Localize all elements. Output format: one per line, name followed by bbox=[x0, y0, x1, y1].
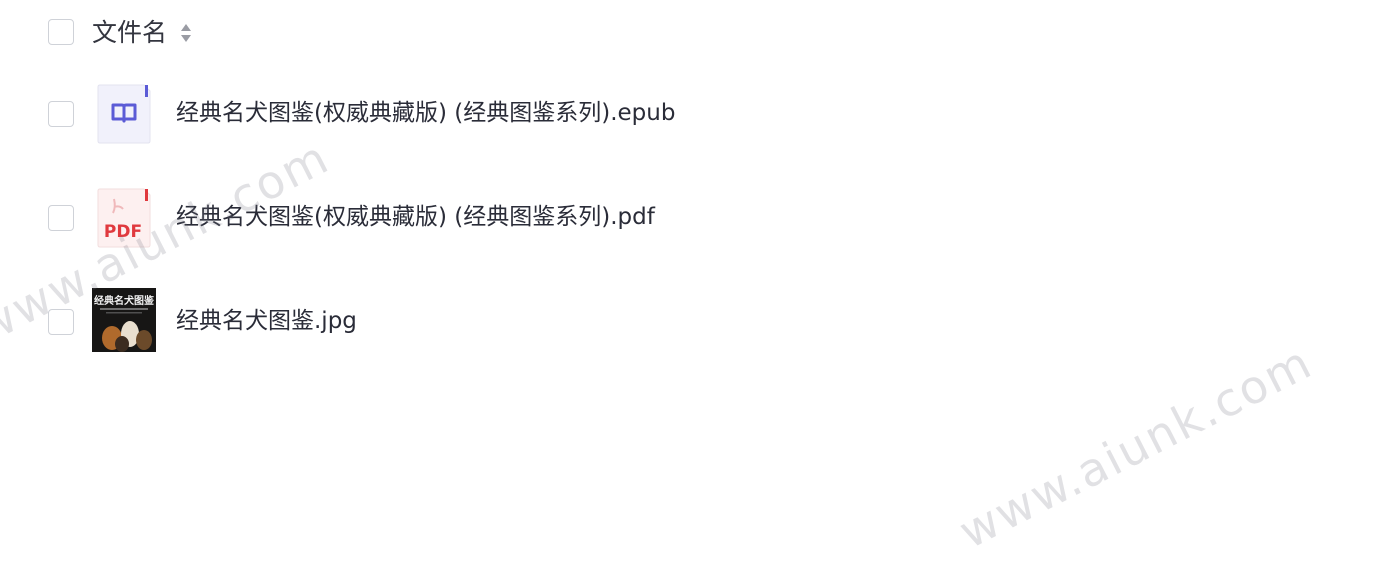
epub-file-icon bbox=[97, 84, 151, 144]
watermark-text: www.aiunk.com bbox=[950, 334, 1321, 559]
file-checkbox[interactable] bbox=[48, 205, 74, 231]
file-name[interactable]: 经典名犬图鉴(权威典藏版) (经典图鉴系列).pdf bbox=[176, 201, 655, 233]
thumbnail-art: 经典名犬图鉴 bbox=[92, 288, 156, 352]
file-row-pdf[interactable]: PDF 经典名犬图鉴(权威典藏版) (经典图鉴系列).pdf bbox=[0, 183, 1384, 253]
file-checkbox[interactable] bbox=[48, 309, 74, 335]
file-list-page: 文件名 经典名犬图鉴(权威典藏版) (经典图鉴系列).epub PDF 经典名犬… bbox=[0, 0, 1384, 588]
file-name[interactable]: 经典名犬图鉴.jpg bbox=[176, 305, 357, 337]
file-row-epub[interactable]: 经典名犬图鉴(权威典藏版) (经典图鉴系列).epub bbox=[0, 79, 1384, 149]
file-checkbox[interactable] bbox=[48, 101, 74, 127]
file-name[interactable]: 经典名犬图鉴(权威典藏版) (经典图鉴系列).epub bbox=[176, 97, 675, 129]
sort-icon[interactable] bbox=[178, 21, 194, 45]
file-row-jpg[interactable]: 经典名犬图鉴 经典名犬图鉴.jpg bbox=[0, 287, 1384, 357]
column-header-filename[interactable]: 文件名 bbox=[92, 16, 167, 50]
pdf-file-icon: PDF bbox=[97, 188, 151, 248]
select-all-checkbox[interactable] bbox=[48, 19, 74, 45]
file-list-header: 文件名 bbox=[0, 14, 1384, 52]
thumbnail-title: 经典名犬图鉴 bbox=[94, 294, 155, 307]
image-thumbnail: 经典名犬图鉴 bbox=[92, 288, 156, 352]
pdf-icon-label: PDF bbox=[104, 222, 142, 242]
